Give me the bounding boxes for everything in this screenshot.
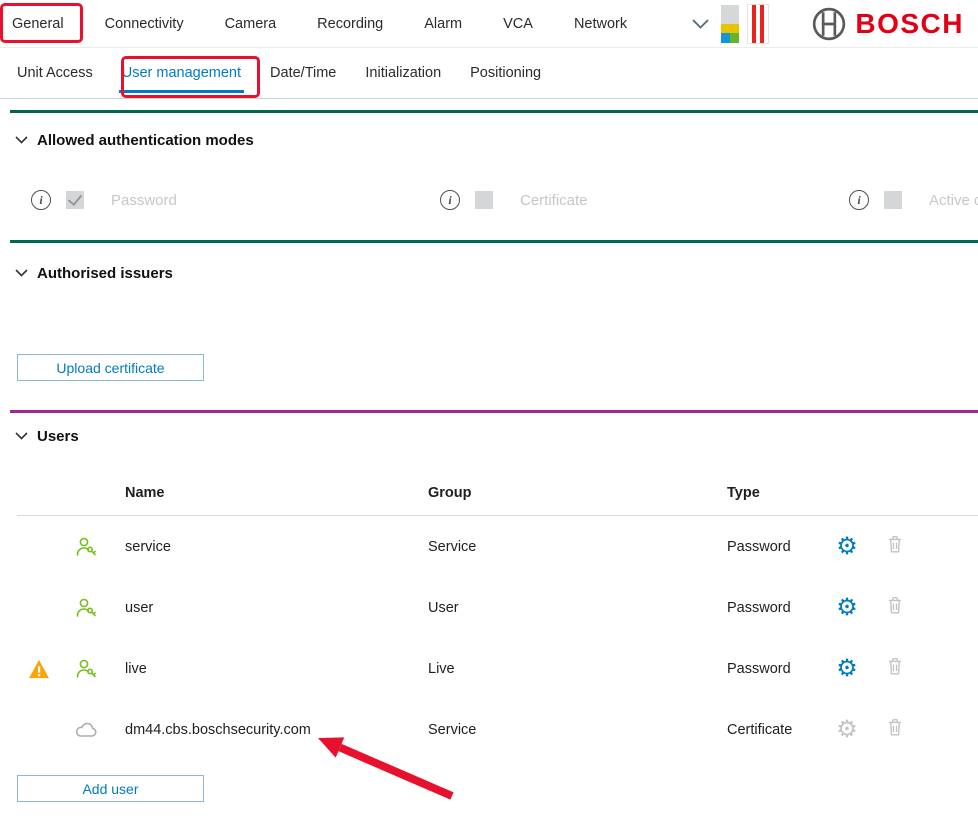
user-row-service: service Service Password <box>17 516 978 577</box>
edit-user-gear-icon[interactable] <box>836 657 858 681</box>
edit-user-gear-icon <box>836 718 858 742</box>
user-name: user <box>110 600 413 616</box>
option-label: Active di <box>929 192 978 209</box>
tab-initialization[interactable]: Initialization <box>365 48 441 98</box>
user-type: Certificate <box>712 722 823 738</box>
bosch-camera-settings-page: General Connectivity Camera Recording Al… <box>0 0 978 816</box>
info-icon[interactable] <box>31 190 51 210</box>
user-group: Service <box>413 722 712 738</box>
user-group: Live <box>413 661 712 677</box>
user-group: Service <box>413 539 712 555</box>
user-name: live <box>110 661 413 677</box>
auth-section-header[interactable]: Allowed authentication modes <box>0 130 978 150</box>
column-header-name: Name <box>110 485 413 501</box>
info-icon[interactable] <box>849 190 869 210</box>
top-nav: General Connectivity Camera Recording Al… <box>0 0 978 48</box>
user-row-user: user User Password <box>17 577 978 638</box>
warning-icon <box>28 659 50 679</box>
user-key-icon <box>74 535 98 559</box>
tab-positioning[interactable]: Positioning <box>470 48 541 98</box>
user-row-certificate: dm44.cbs.boschsecurity.com Service Certi… <box>17 699 978 760</box>
user-name: dm44.cbs.boschsecurity.com <box>110 722 413 738</box>
section-divider <box>10 240 978 243</box>
user-key-icon <box>74 596 98 620</box>
edit-user-gear-icon[interactable] <box>836 596 858 620</box>
sub-nav: Unit Access User management Date/Time In… <box>0 48 978 99</box>
delete-user-trash-icon <box>884 716 906 743</box>
upload-certificate-button[interactable]: Upload certificate <box>17 354 204 381</box>
section-divider <box>10 110 978 113</box>
password-checkbox[interactable] <box>66 191 84 209</box>
users-section-title: Users <box>37 428 79 445</box>
active-directory-checkbox[interactable] <box>884 191 902 209</box>
auth-option-active-directory: Active di <box>849 190 978 210</box>
user-key-icon <box>74 657 98 681</box>
info-icon[interactable] <box>440 190 460 210</box>
top-nav-items: General Connectivity Camera Recording Al… <box>12 16 627 32</box>
auth-options: Password Certificate Active di <box>0 186 978 214</box>
auth-option-certificate: Certificate <box>440 190 849 210</box>
bosch-logo: BOSCH <box>811 6 964 42</box>
auth-section-title: Allowed authentication modes <box>37 132 254 149</box>
tab-date-time[interactable]: Date/Time <box>270 48 336 98</box>
user-type: Password <box>712 539 823 555</box>
delete-user-trash-icon <box>884 594 906 621</box>
edit-user-gear-icon[interactable] <box>836 535 858 559</box>
certificate-checkbox[interactable] <box>475 191 493 209</box>
option-label: Certificate <box>520 192 588 209</box>
collapse-chevron-icon[interactable] <box>15 136 28 144</box>
tab-user-management[interactable]: User management <box>122 48 241 98</box>
section-divider <box>10 410 978 413</box>
brand-text: BOSCH <box>855 8 964 40</box>
nav-item-camera[interactable]: Camera <box>225 16 277 32</box>
nav-item-general[interactable]: General <box>12 16 64 32</box>
nav-item-alarm[interactable]: Alarm <box>424 16 462 32</box>
issuers-section-header[interactable]: Authorised issuers <box>0 263 978 283</box>
nav-item-vca[interactable]: VCA <box>503 16 533 32</box>
column-header-type: Type <box>712 485 823 501</box>
cloud-icon <box>73 721 99 739</box>
user-group: User <box>413 600 712 616</box>
delete-user-trash-icon <box>884 533 906 560</box>
bosch-anchor-icon <box>811 6 847 42</box>
tab-unit-access[interactable]: Unit Access <box>17 48 93 98</box>
users-table: Name Group Type service Service Password <box>17 470 978 760</box>
nav-item-connectivity[interactable]: Connectivity <box>105 16 184 32</box>
user-row-live: live Live Password <box>17 638 978 699</box>
users-table-header: Name Group Type <box>17 470 978 516</box>
stream-indicator-icon <box>721 5 739 43</box>
users-section-header[interactable]: Users <box>0 426 978 446</box>
collapse-chevron-icon[interactable] <box>15 432 28 440</box>
chevron-down-icon[interactable] <box>692 19 709 29</box>
nav-item-network[interactable]: Network <box>574 16 627 32</box>
column-header-group: Group <box>413 485 712 501</box>
auth-option-password: Password <box>31 190 440 210</box>
top-nav-right: BOSCH <box>692 4 964 44</box>
option-label: Password <box>111 192 177 209</box>
user-name: service <box>110 539 413 555</box>
delete-user-trash-icon <box>884 655 906 682</box>
add-user-button[interactable]: Add user <box>17 775 204 802</box>
user-type: Password <box>712 661 823 677</box>
collapse-chevron-icon[interactable] <box>15 269 28 277</box>
nav-item-recording[interactable]: Recording <box>317 16 383 32</box>
sd-card-indicator-icon <box>747 4 769 44</box>
issuers-section-title: Authorised issuers <box>37 265 173 282</box>
user-type: Password <box>712 600 823 616</box>
